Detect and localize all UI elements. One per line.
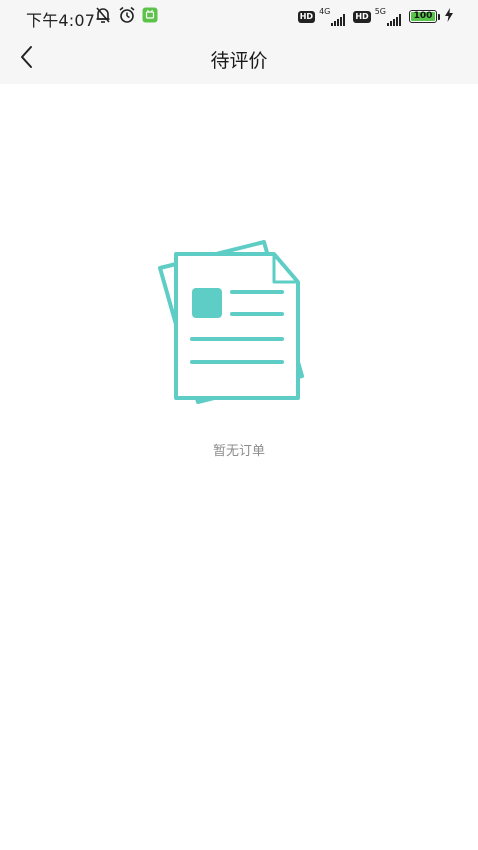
page-title: 待评价 xyxy=(210,50,268,72)
hd-badge-2: HD xyxy=(353,10,371,23)
network-label-5g: 5G xyxy=(374,6,386,16)
alarm-clock-icon xyxy=(118,6,136,28)
navigation-bar: 待评价 xyxy=(0,34,478,84)
battery-tip xyxy=(438,13,440,20)
empty-state: 暂无订单 xyxy=(0,232,478,459)
network-label-4g: 4G xyxy=(319,6,331,16)
silent-bell-icon xyxy=(94,6,112,28)
signal-bars-icon xyxy=(331,13,346,26)
hd-badge-1: HD xyxy=(297,10,316,23)
status-time: 下午4:07 xyxy=(26,11,96,30)
status-bar: 下午4:07 HD 4G HD 5G 100 xyxy=(0,0,478,34)
charging-icon xyxy=(444,7,454,26)
network-4g-indicator: 4G xyxy=(319,6,346,26)
battery-icon: 100 xyxy=(409,10,437,23)
signal-bars-icon xyxy=(387,13,401,26)
status-right: HD 4G HD 5G 100 xyxy=(297,6,454,26)
document-stack-icon xyxy=(158,240,304,404)
status-left-icons xyxy=(94,6,158,28)
empty-message: 暂无订单 xyxy=(212,444,265,459)
notification-app-icon xyxy=(142,7,158,27)
network-5g-indicator: 5G xyxy=(374,6,401,26)
battery-level: 100 xyxy=(413,11,433,21)
